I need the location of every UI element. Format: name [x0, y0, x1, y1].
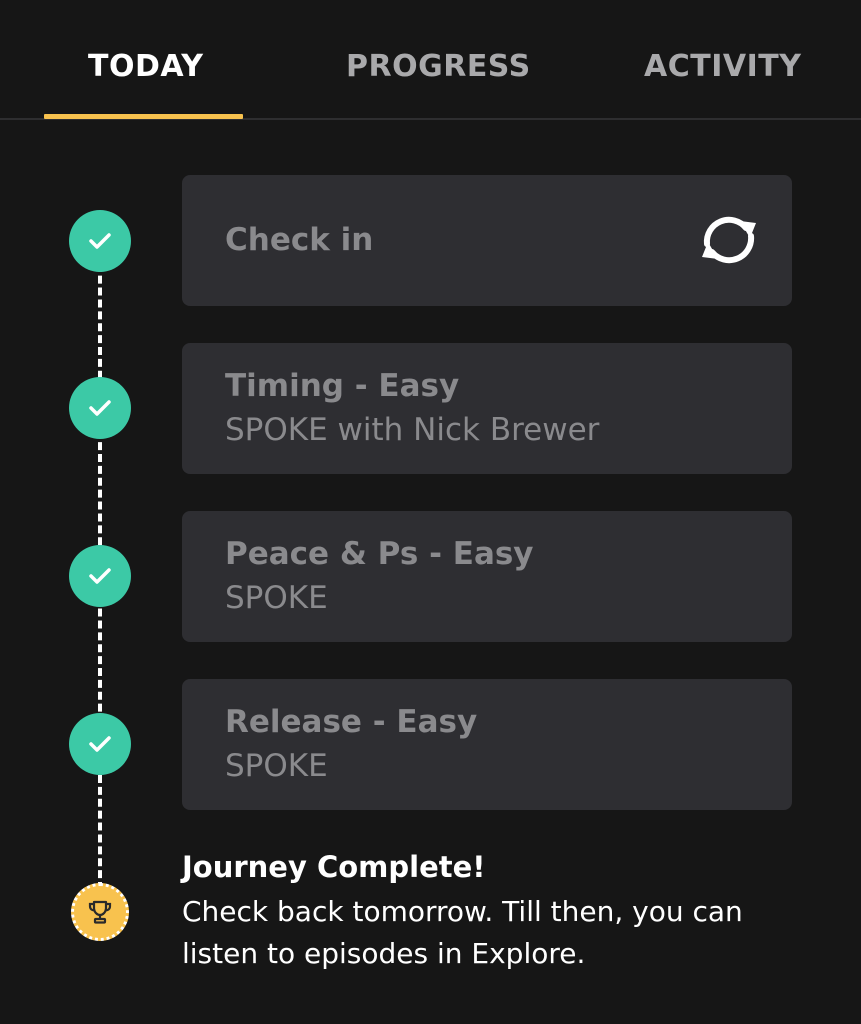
trophy-icon: [71, 883, 129, 941]
step-title: Check in: [225, 222, 374, 258]
tab-progress[interactable]: PROGRESS: [346, 48, 531, 86]
journey-complete-message: Check back tomorrow. Till then, you can …: [182, 895, 743, 970]
tab-today[interactable]: TODAY: [88, 48, 203, 86]
step-title: Timing - Easy: [225, 368, 460, 404]
checkmark-icon: [69, 713, 131, 775]
step-subtitle: SPOKE: [225, 748, 328, 784]
step-subtitle: SPOKE: [225, 580, 328, 616]
step-subtitle: SPOKE with Nick Brewer: [225, 412, 600, 448]
sync-icon[interactable]: [694, 208, 764, 272]
step-card-timing[interactable]: Timing - Easy SPOKE with Nick Brewer: [182, 343, 792, 474]
step-card-peace[interactable]: Peace & Ps - Easy SPOKE: [182, 511, 792, 642]
step-title: Release - Easy: [225, 704, 478, 740]
step-title: Peace & Ps - Easy: [225, 536, 534, 572]
step-card-release[interactable]: Release - Easy SPOKE: [182, 679, 792, 810]
active-tab-indicator: [44, 114, 243, 119]
checkmark-icon: [69, 377, 131, 439]
tab-activity[interactable]: ACTIVITY: [644, 48, 801, 86]
step-card-check-in[interactable]: Check in: [182, 175, 792, 306]
journey-complete-title: Journey Complete!: [182, 850, 486, 884]
tab-bar: TODAY PROGRESS ACTIVITY: [0, 0, 861, 120]
checkmark-icon: [69, 545, 131, 607]
checkmark-icon: [69, 210, 131, 272]
